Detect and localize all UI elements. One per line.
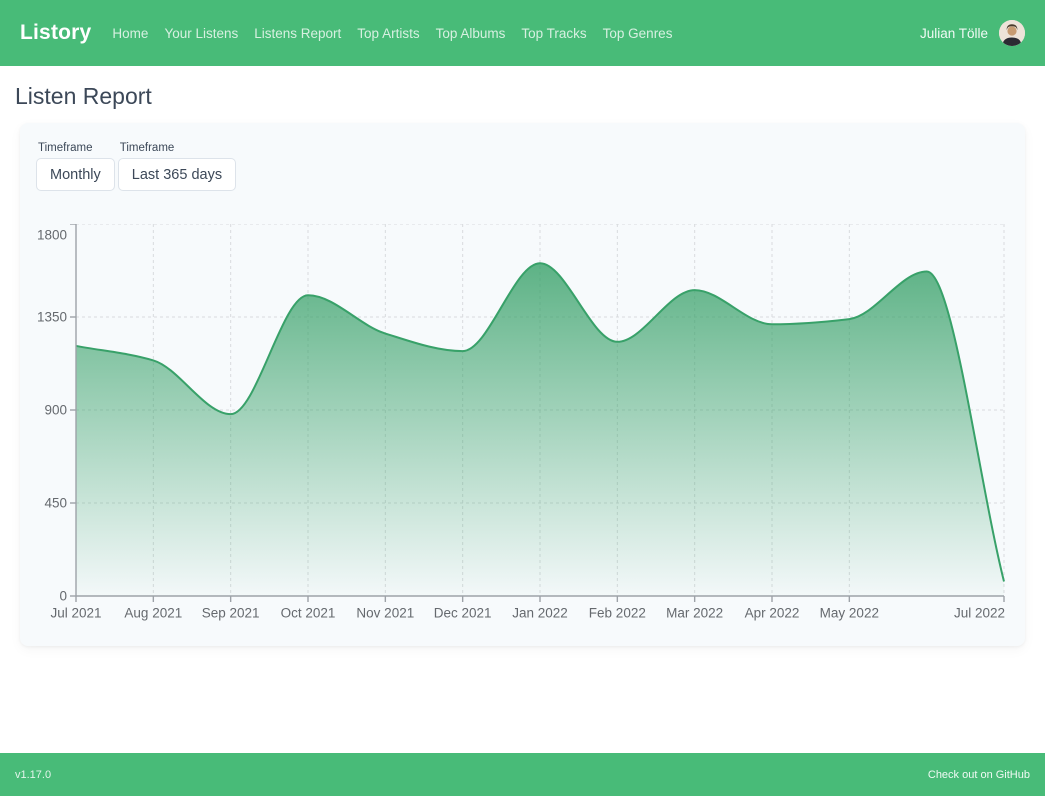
listens-area-chart[interactable]: 0 450 900 1350 1800 Jul 2021 Aug 2021 Sep 2021 O… xyxy=(36,224,1006,622)
nav-item-listens-report[interactable]: Listens Report xyxy=(254,26,341,41)
x-axis-label: Jan 2022 xyxy=(512,606,568,621)
x-axis-label: Oct 2021 xyxy=(281,606,336,621)
interval-filter: Timeframe Monthly xyxy=(36,142,115,191)
x-axis-label: Dec 2021 xyxy=(434,606,492,621)
listens-chart-container: 0 450 900 1350 1800 Jul 2021 Aug 2021 Sep 2021 O… xyxy=(36,224,1009,622)
interval-filter-label: Timeframe xyxy=(38,142,115,154)
navbar: Listory Home Your Listens Listens Report To… xyxy=(0,0,1045,66)
y-axis-label: 1350 xyxy=(37,310,67,325)
x-axis-label: Mar 2022 xyxy=(666,606,723,621)
x-axis-label: Feb 2022 xyxy=(589,606,646,621)
main-content: Listen Report Timeframe Monthly Timefram… xyxy=(0,66,1045,753)
y-axis-label: 1800 xyxy=(37,228,67,243)
nav-item-top-artists[interactable]: Top Artists xyxy=(357,26,419,41)
y-axis-label: 450 xyxy=(44,496,67,511)
y-axis-label: 900 xyxy=(44,403,67,418)
timeframe-filters: Timeframe Monthly Timeframe Last 365 day… xyxy=(36,142,1009,191)
user-photo-icon xyxy=(999,20,1025,46)
nav-item-top-genres[interactable]: Top Genres xyxy=(603,26,673,41)
footer: v1.17.0 Check out on GitHub xyxy=(0,753,1045,796)
interval-select-button[interactable]: Monthly xyxy=(36,158,115,191)
x-axis-label: Aug 2021 xyxy=(124,606,182,621)
x-axis-label: Jul 2022 xyxy=(954,606,1005,621)
range-filter: Timeframe Last 365 days xyxy=(118,142,236,191)
user-menu[interactable]: Julian Tölle xyxy=(920,20,1025,46)
y-axis-label: 0 xyxy=(59,589,67,604)
x-axis-label: Nov 2021 xyxy=(356,606,414,621)
nav-links: Home Your Listens Listens Report Top Artist… xyxy=(112,26,672,41)
nav-item-your-listens[interactable]: Your Listens xyxy=(164,26,238,41)
nav-item-home[interactable]: Home xyxy=(112,26,148,41)
x-axis-label: Jul 2021 xyxy=(50,606,101,621)
x-axis-label: May 2022 xyxy=(820,606,879,621)
report-card: Timeframe Monthly Timeframe Last 365 day… xyxy=(20,123,1025,646)
x-axis-label: Apr 2022 xyxy=(745,606,800,621)
range-select-button[interactable]: Last 365 days xyxy=(118,158,236,191)
range-filter-label: Timeframe xyxy=(120,142,236,154)
nav-item-top-tracks[interactable]: Top Tracks xyxy=(521,26,586,41)
user-name: Julian Tölle xyxy=(920,26,988,41)
page-title: Listen Report xyxy=(15,83,1030,110)
app-version: v1.17.0 xyxy=(15,769,51,781)
user-avatar[interactable] xyxy=(999,20,1025,46)
nav-item-top-albums[interactable]: Top Albums xyxy=(436,26,506,41)
app-logo[interactable]: Listory xyxy=(20,21,91,45)
x-axis-label: Sep 2021 xyxy=(202,606,260,621)
github-link[interactable]: Check out on GitHub xyxy=(928,769,1030,781)
